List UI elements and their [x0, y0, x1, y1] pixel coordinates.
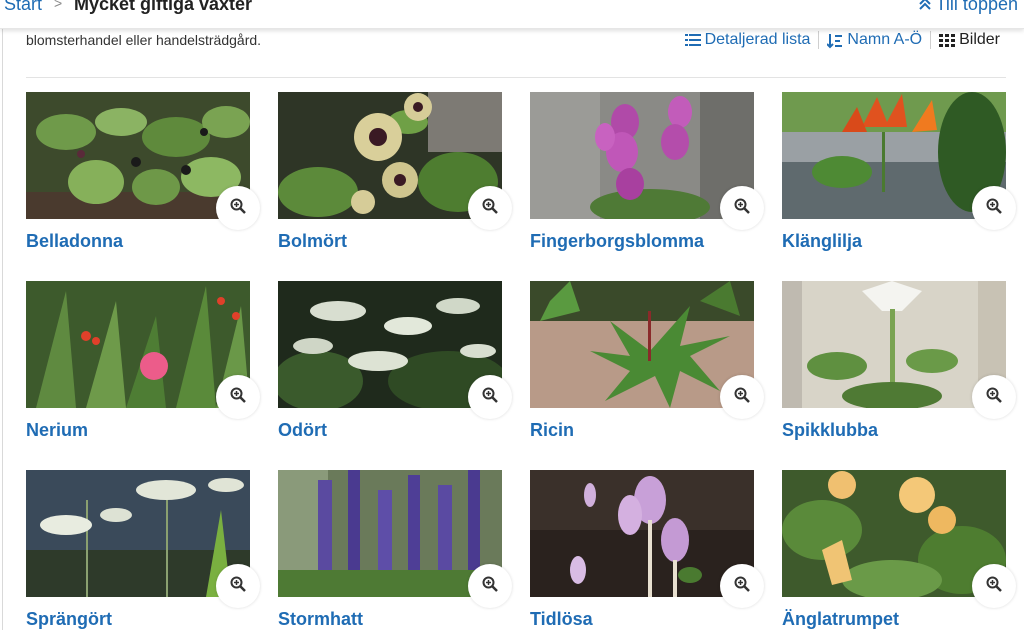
plant-card[interactable]: Odört — [278, 281, 512, 441]
plant-card[interactable]: Bolmört — [278, 92, 512, 252]
detailed-list-button[interactable]: Detaljerad lista — [677, 31, 819, 49]
plant-name-link[interactable]: Stormhatt — [278, 609, 363, 630]
zoom-in-icon — [734, 387, 750, 408]
images-view-button[interactable]: Bilder — [931, 31, 1008, 49]
zoom-button[interactable] — [720, 375, 764, 419]
plant-name-link[interactable]: Belladonna — [26, 231, 123, 252]
view-controls: Detaljerad lista Namn A-Ö Bilder — [677, 29, 1008, 51]
grid-icon — [939, 33, 956, 47]
plant-card[interactable]: Ricin — [530, 281, 764, 441]
zoom-in-icon — [482, 387, 498, 408]
plant-card[interactable]: Änglatrumpet — [782, 470, 1016, 630]
plant-card[interactable]: Sprängört — [26, 470, 260, 630]
zoom-in-icon — [230, 387, 246, 408]
content-divider — [26, 77, 1006, 78]
plant-card[interactable]: Nerium — [26, 281, 260, 441]
images-view-label: Bilder — [959, 31, 1000, 48]
plant-name-link[interactable]: Sprängört — [26, 609, 112, 630]
zoom-button[interactable] — [468, 375, 512, 419]
plant-name-link[interactable]: Nerium — [26, 420, 88, 441]
zoom-in-icon — [482, 576, 498, 597]
zoom-in-icon — [734, 198, 750, 219]
plant-name-link[interactable]: Fingerborgsblomma — [530, 231, 704, 252]
detailed-list-label: Detaljerad lista — [704, 31, 811, 48]
plant-card[interactable]: Tidlösa — [530, 470, 764, 630]
zoom-button[interactable] — [216, 186, 260, 230]
plant-name-link[interactable]: Odört — [278, 420, 327, 441]
zoom-in-icon — [230, 198, 246, 219]
left-border — [2, 28, 3, 630]
to-top-label: Till toppen — [935, 0, 1018, 14]
plant-name-link[interactable]: Ricin — [530, 420, 574, 441]
plant-name-link[interactable]: Bolmört — [278, 231, 347, 252]
zoom-in-icon — [230, 576, 246, 597]
plant-card[interactable]: Fingerborgsblomma — [530, 92, 764, 252]
double-chevron-up-icon — [918, 0, 931, 13]
plant-card[interactable]: Belladonna — [26, 92, 260, 252]
zoom-in-icon — [986, 576, 1002, 597]
zoom-button[interactable] — [972, 375, 1016, 419]
zoom-in-icon — [482, 198, 498, 219]
zoom-button[interactable] — [216, 375, 260, 419]
plant-name-link[interactable]: Spikklubba — [782, 420, 878, 441]
page-title: Mycket giftiga växter — [74, 0, 253, 14]
zoom-in-icon — [986, 198, 1002, 219]
to-top-link[interactable]: Till toppen — [918, 0, 1018, 15]
breadcrumb-start-link[interactable]: Start — [4, 0, 42, 15]
list-icon — [684, 33, 701, 47]
plant-name-link[interactable]: Änglatrumpet — [782, 609, 899, 630]
plant-name-link[interactable]: Klänglilja — [782, 231, 862, 252]
zoom-button[interactable] — [720, 186, 764, 230]
top-bar: Start > Mycket giftiga växter Till toppe… — [0, 0, 1024, 29]
zoom-button[interactable] — [216, 564, 260, 608]
sort-name-button[interactable]: Namn A-Ö — [819, 31, 930, 49]
breadcrumb-separator: > — [54, 0, 63, 11]
intro-text: blomsterhandel eller handelsträdgård. — [26, 32, 262, 48]
zoom-button[interactable] — [468, 186, 512, 230]
sort-name-label: Namn A-Ö — [847, 31, 923, 48]
zoom-in-icon — [734, 576, 750, 597]
plant-card[interactable]: Klänglilja — [782, 92, 1016, 252]
zoom-button[interactable] — [972, 186, 1016, 230]
zoom-button[interactable] — [468, 564, 512, 608]
zoom-button[interactable] — [972, 564, 1016, 608]
plant-card[interactable]: Spikklubba — [782, 281, 1016, 441]
plant-card[interactable]: Stormhatt — [278, 470, 512, 630]
sort-alpha-icon — [826, 33, 843, 49]
plant-name-link[interactable]: Tidlösa — [530, 609, 593, 630]
zoom-in-icon — [986, 387, 1002, 408]
zoom-button[interactable] — [720, 564, 764, 608]
